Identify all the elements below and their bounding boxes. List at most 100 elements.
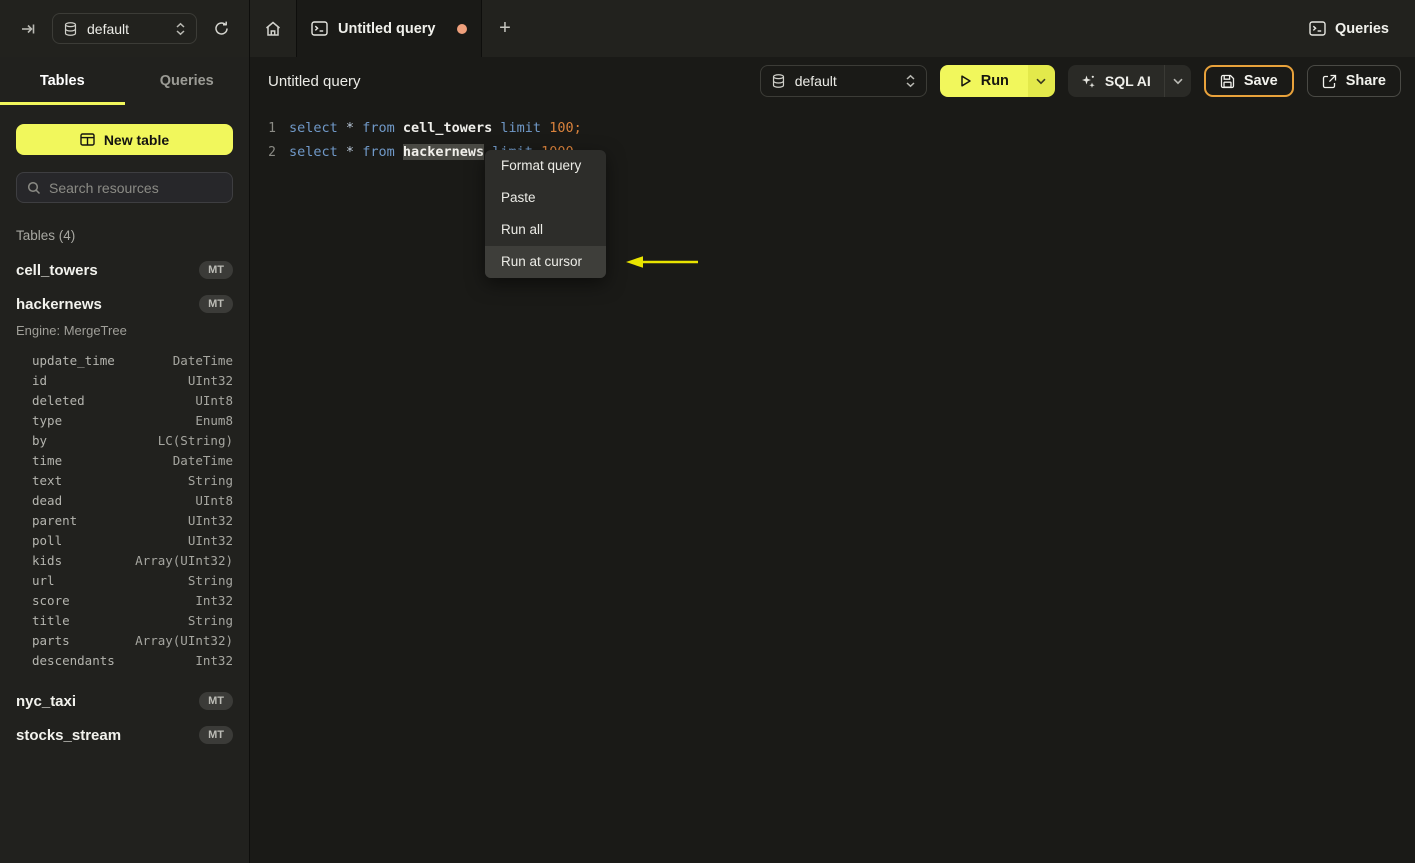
token: cell_towers <box>402 120 493 136</box>
column-type: Int32 <box>195 592 233 608</box>
column-name: id <box>32 372 48 388</box>
share-icon <box>1322 74 1337 89</box>
column-name: title <box>32 612 70 628</box>
token: from <box>362 120 395 136</box>
column-type: String <box>187 612 233 628</box>
refresh-icon <box>213 20 230 37</box>
terminal-icon <box>1309 21 1326 36</box>
table-name: stocks_stream <box>16 726 122 744</box>
column-type: UInt32 <box>187 372 233 388</box>
menu-item-paste[interactable]: Paste <box>485 182 606 214</box>
sql-ai-caret[interactable] <box>1163 65 1191 97</box>
column-type: UInt8 <box>195 492 233 508</box>
column-row: kids Array(UInt32) <box>0 550 249 570</box>
table-grid-icon <box>80 133 95 146</box>
column-type: String <box>187 472 233 488</box>
column-row: update_time DateTime <box>0 350 249 370</box>
home-icon <box>264 20 282 38</box>
sql-editor[interactable]: 1 select * from cell_towers limit 100; 2 se… <box>250 105 1415 164</box>
save-button[interactable]: Save <box>1203 65 1294 97</box>
column-type: Int32 <box>195 652 233 668</box>
save-button-label: Save <box>1243 73 1278 89</box>
database-icon <box>771 73 786 89</box>
column-type: UInt32 <box>187 532 233 548</box>
table-name: hackernews <box>16 295 102 313</box>
table-row-nyc_taxi[interactable]: nyc_taxi MT <box>0 684 249 718</box>
run-split-button: Run <box>939 65 1055 97</box>
column-type: UInt32 <box>187 512 233 528</box>
tab-strip: Untitled query + Queries <box>250 0 1415 57</box>
token: * <box>345 120 355 136</box>
run-button-label: Run <box>980 73 1009 89</box>
engine-badge: MT <box>199 692 233 710</box>
column-row: time DateTime <box>0 450 249 470</box>
column-row: dead UInt8 <box>0 490 249 510</box>
column-name: kids <box>32 552 63 568</box>
database-icon <box>63 21 78 37</box>
annotation-arrow-icon <box>622 254 700 270</box>
column-name: score <box>32 592 70 608</box>
share-button[interactable]: Share <box>1306 65 1401 97</box>
columns-list: update_time DateTime id UInt32 deleted UInt8 t… <box>0 348 249 684</box>
column-name: parent <box>32 512 78 528</box>
collapse-sidebar-button[interactable] <box>14 15 42 43</box>
app-window: default Untitled query + Queries Tables … <box>0 0 1415 863</box>
column-row: type Enum8 <box>0 410 249 430</box>
token: select <box>289 144 338 160</box>
new-table-button[interactable]: New table <box>16 124 233 155</box>
column-name: by <box>32 432 48 448</box>
token: from <box>362 144 395 160</box>
column-name: update_time <box>32 352 115 368</box>
tab-untitled-query[interactable]: Untitled query <box>296 0 482 57</box>
toolbar-actions: default Run SQL AI Save Share <box>759 65 1401 97</box>
menu-item-format-query[interactable]: Format query <box>485 150 606 182</box>
line-number: 2 <box>268 144 276 160</box>
table-row-hackernews[interactable]: hackernews MT <box>0 287 249 321</box>
home-button[interactable] <box>250 0 296 57</box>
engine-badge: MT <box>199 261 233 279</box>
search-icon <box>27 181 41 195</box>
column-type: UInt8 <box>195 392 233 408</box>
code-line[interactable]: 1 select * from cell_towers limit 100; <box>250 116 1415 140</box>
table-row-stocks_stream[interactable]: stocks_stream MT <box>0 718 249 752</box>
queries-button[interactable]: Queries <box>1309 21 1389 37</box>
unsaved-changes-dot <box>457 23 467 34</box>
column-name: dead <box>32 492 63 508</box>
run-button[interactable]: Run <box>939 65 1028 97</box>
sidebar-tab-tables[interactable]: Tables <box>0 57 125 105</box>
token: 100 <box>549 120 574 136</box>
chevron-up-down-icon <box>905 74 916 88</box>
run-options-caret[interactable] <box>1027 65 1055 97</box>
new-table-label: New table <box>103 131 170 148</box>
column-row: score Int32 <box>0 590 249 610</box>
search-input[interactable] <box>49 179 222 196</box>
column-row: descendants Int32 <box>0 650 249 670</box>
column-row: deleted UInt8 <box>0 390 249 410</box>
column-type: Array(UInt32) <box>135 632 233 648</box>
menu-item-run-at-cursor[interactable]: Run at cursor <box>485 246 606 278</box>
refresh-button[interactable] <box>207 15 235 43</box>
column-row: title String <box>0 610 249 630</box>
column-name: type <box>32 412 63 428</box>
tables-section-label: Tables (4) <box>16 228 76 243</box>
column-row: by LC(String) <box>0 430 249 450</box>
sql-ai-button[interactable]: SQL AI <box>1068 73 1164 89</box>
play-icon <box>959 74 972 88</box>
column-row: url String <box>0 570 249 590</box>
toolbar-database-selector[interactable]: default <box>759 65 927 97</box>
sql-ai-label: SQL AI <box>1104 73 1151 89</box>
token: ; <box>573 120 582 136</box>
new-tab-button[interactable]: + <box>482 0 528 57</box>
database-selector[interactable]: default <box>52 13 197 44</box>
engine-badge: MT <box>199 295 233 313</box>
column-type: Array(UInt32) <box>135 552 233 568</box>
engine-label: Engine: MergeTree <box>16 323 127 338</box>
column-type: String <box>187 572 233 588</box>
code-line[interactable]: 2select * from hackernews limit 1000 <box>250 140 1415 164</box>
tab-title: Untitled query <box>338 20 436 37</box>
line-number: 1 <box>268 120 276 136</box>
query-title: Untitled query <box>268 72 361 90</box>
menu-item-run-all[interactable]: Run all <box>485 214 606 246</box>
table-row-cell_towers[interactable]: cell_towers MT <box>0 253 249 287</box>
sidebar-tab-queries[interactable]: Queries <box>125 57 250 105</box>
